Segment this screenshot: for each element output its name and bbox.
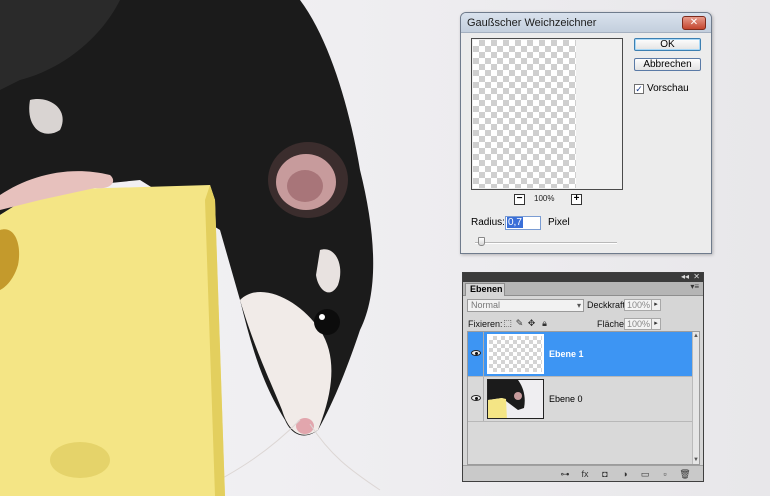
link-icon[interactable]: ⊶ <box>559 469 571 479</box>
group-folder-icon[interactable]: ▭ <box>639 469 651 479</box>
layer-list: Ebene 1 Ebene 0 ▲ ▼ <box>467 331 700 465</box>
dialog-title: Gaußscher Weichzeichner <box>467 17 597 29</box>
layer-thumbnail <box>487 334 544 374</box>
radius-unit-label: Pixel <box>548 217 570 228</box>
trash-icon[interactable]: 🗑︎ <box>679 469 691 479</box>
fx-icon[interactable]: fx <box>579 469 591 479</box>
chevron-down-icon: ▾ <box>576 301 581 310</box>
blend-mode-select[interactable]: Normal ▾ <box>467 299 584 312</box>
filter-preview[interactable] <box>471 38 623 190</box>
panel-tab-row: Ebenen ▾≡ <box>463 282 703 296</box>
fill-slider-arrow[interactable]: ▸ <box>651 318 661 330</box>
transparent-lock-icon[interactable]: ⬚ <box>503 319 512 328</box>
zoom-in-button[interactable]: + <box>571 194 582 205</box>
preview-checkbox-label: Vorschau <box>647 83 689 94</box>
eye-icon <box>471 350 481 356</box>
dialog-titlebar[interactable]: Gaußscher Weichzeichner ✕ <box>461 13 711 33</box>
layer-row-ebene-1[interactable]: Ebene 1 <box>468 332 694 377</box>
fill-label: Fläche: <box>597 319 627 329</box>
cancel-button[interactable]: Abbrechen <box>634 58 701 71</box>
padlock-icon[interactable]: 🔒︎ <box>540 319 549 328</box>
scroll-down-icon[interactable]: ▼ <box>693 457 699 463</box>
radius-value: 0,7 <box>507 217 523 228</box>
radius-slider-track[interactable] <box>475 242 617 244</box>
ok-button[interactable]: OK <box>634 38 701 51</box>
layer-visibility-toggle[interactable] <box>468 332 484 376</box>
eye-icon <box>471 395 481 401</box>
zoom-out-button[interactable]: − <box>514 194 525 205</box>
tab-layers[interactable]: Ebenen <box>465 283 505 296</box>
mouse-thumbnail-image <box>488 380 543 418</box>
radius-input[interactable]: 0,7 <box>505 216 541 230</box>
mask-icon[interactable]: ◘ <box>599 469 611 479</box>
layer-row-ebene-0[interactable]: Ebene 0 <box>468 377 694 422</box>
collapse-panel-icon[interactable]: ◂◂ <box>681 272 689 281</box>
transparency-checkerboard <box>489 336 542 372</box>
layer-list-scrollbar[interactable]: ▲ ▼ <box>692 332 699 464</box>
scroll-up-icon[interactable]: ▲ <box>693 333 699 339</box>
transparency-checkerboard <box>473 40 576 188</box>
opacity-slider-arrow[interactable]: ▸ <box>651 299 661 311</box>
opacity-field[interactable]: 100% <box>624 299 652 311</box>
panel-header-bar[interactable]: ◂◂ ✕ <box>463 272 703 282</box>
gaussian-blur-dialog: Gaußscher Weichzeichner ✕ − 100% + OK Ab… <box>460 12 712 254</box>
layers-panel: ◂◂ ✕ Ebenen ▾≡ Normal ▾ Deckkraft: 100% … <box>462 272 704 482</box>
preview-checkbox[interactable]: ✓ <box>634 84 644 94</box>
layer-name: Ebene 1 <box>549 349 584 359</box>
radius-label: Radius: <box>471 217 505 228</box>
fill-field[interactable]: 100% <box>624 318 652 330</box>
layers-panel-footer: ⊶ fx ◘ ◑ ▭ ▫ 🗑︎ <box>463 465 703 481</box>
layer-thumbnail <box>487 379 544 419</box>
brush-lock-icon[interactable]: ✎ <box>515 319 524 328</box>
panel-menu-icon[interactable]: ▾≡ <box>690 282 699 291</box>
close-icon[interactable]: ✕ <box>682 16 706 30</box>
blend-mode-value: Normal <box>471 300 501 310</box>
close-icon[interactable]: ✕ <box>693 272 700 281</box>
lock-label: Fixieren: <box>468 319 503 329</box>
layer-visibility-toggle[interactable] <box>468 377 484 421</box>
layer-name: Ebene 0 <box>549 394 583 404</box>
adjustment-icon[interactable]: ◑ <box>619 469 631 479</box>
new-layer-icon[interactable]: ▫ <box>659 469 671 479</box>
move-lock-icon[interactable]: ✥ <box>527 319 536 328</box>
opacity-label: Deckkraft: <box>587 300 628 310</box>
zoom-level: 100% <box>534 194 555 203</box>
radius-slider-thumb[interactable] <box>477 237 485 246</box>
